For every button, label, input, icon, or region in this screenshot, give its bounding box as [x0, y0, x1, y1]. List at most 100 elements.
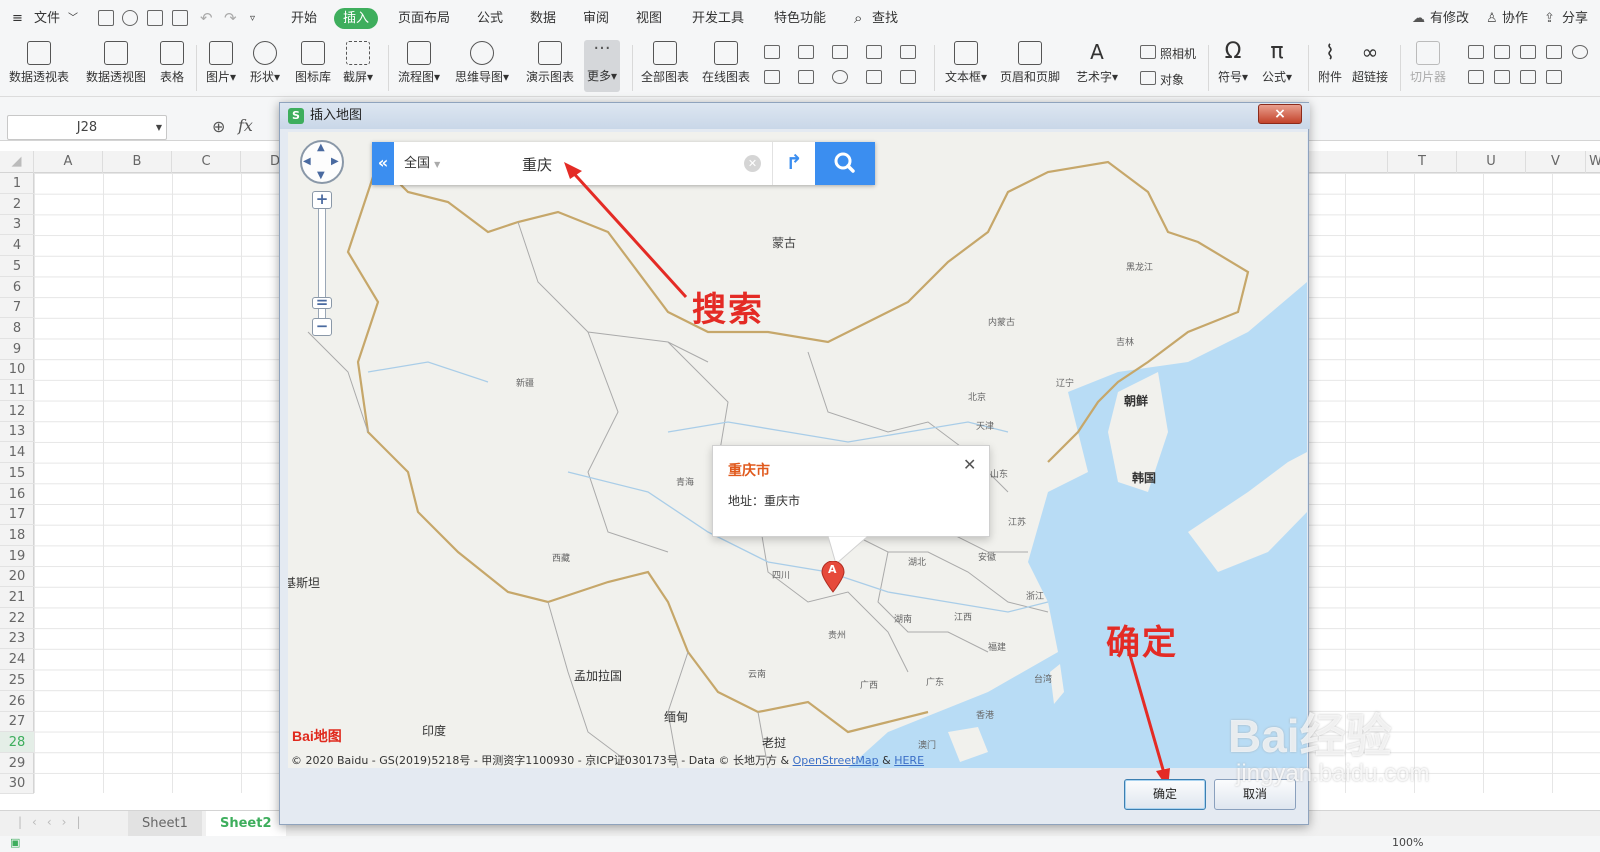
radar-chart-icon[interactable] — [866, 45, 882, 59]
chevron-down-icon[interactable]: ﹀ — [68, 0, 78, 37]
save-icon[interactable] — [98, 10, 114, 26]
share-button[interactable]: 分享 — [1562, 0, 1588, 37]
row-header-cell[interactable]: 9 — [0, 339, 34, 360]
tab-formulas[interactable]: 公式 — [477, 0, 503, 37]
function-icon[interactable]: fx — [238, 116, 253, 135]
row-header-cell[interactable]: 20 — [0, 566, 34, 588]
here-link[interactable]: HERE — [894, 754, 924, 767]
spin-control-icon[interactable] — [1546, 70, 1562, 84]
zoom-level[interactable]: 100% — [1392, 836, 1423, 849]
table-button[interactable]: 表格 — [160, 41, 184, 85]
map-pan-control[interactable]: ▲ ▼ ◀ ▶ — [300, 140, 344, 184]
list-control-icon[interactable] — [1468, 70, 1484, 84]
row-header-cell[interactable]: 26 — [0, 691, 34, 712]
route-icon[interactable]: ↱ — [772, 142, 815, 185]
pivot-chart-button[interactable]: 数据透视图 — [86, 41, 146, 85]
zoom-slider-handle[interactable]: = — [312, 295, 332, 310]
attachment-button[interactable]: ⌇ 附件 — [1318, 41, 1342, 85]
row-header-cell[interactable]: 1 — [0, 173, 34, 194]
print-icon[interactable] — [147, 10, 163, 26]
tab-data[interactable]: 数据 — [530, 0, 556, 37]
column-header-cell[interactable] — [1320, 151, 1388, 173]
zoom-formula-icon[interactable]: ⊕ — [212, 117, 225, 136]
scroll-control-icon[interactable] — [1520, 70, 1536, 84]
online-charts-button[interactable]: 在线图表 — [702, 41, 750, 85]
tab-page-layout[interactable]: 页面布局 — [398, 0, 450, 37]
combo-chart-icon[interactable] — [900, 45, 916, 59]
bar-chart-small-icon[interactable] — [798, 45, 814, 59]
row-header-cell[interactable]: 24 — [0, 649, 34, 671]
zoom-slider-track[interactable] — [318, 194, 326, 336]
textbox-small-icon[interactable] — [1468, 45, 1484, 59]
popup-title[interactable]: 重庆市 — [728, 460, 770, 480]
row-header-cell[interactable]: 19 — [0, 546, 34, 567]
shapes-button[interactable]: 形状▾ — [250, 41, 280, 85]
column-chart-icon[interactable] — [764, 45, 780, 59]
line-chart-icon[interactable] — [832, 45, 848, 59]
column-header-cell[interactable]: V — [1526, 151, 1586, 173]
bubble-chart-icon[interactable] — [900, 70, 916, 84]
tab-home[interactable]: 开始 — [291, 0, 317, 37]
column-header-cell[interactable]: C — [172, 151, 241, 173]
redo-icon[interactable]: ↷ — [224, 0, 237, 37]
slicer-button[interactable]: 切片器 — [1410, 41, 1446, 85]
tab-special-features[interactable]: 特色功能 — [774, 0, 826, 37]
zoom-out-button[interactable]: − — [312, 318, 332, 336]
share-icon[interactable]: ⇪ — [1544, 0, 1555, 37]
row-header-cell[interactable]: 25 — [0, 670, 34, 691]
object-button[interactable]: 对象 — [1160, 71, 1184, 88]
column-header-cell[interactable]: T — [1388, 151, 1457, 173]
cloud-sync-icon[interactable]: ☁ — [1412, 0, 1425, 37]
row-header-cell[interactable]: 21 — [0, 587, 34, 608]
sheet-tab-active[interactable]: Sheet2 — [206, 811, 286, 837]
row-header-cell[interactable]: 3 — [0, 214, 34, 236]
column-header-cell[interactable]: A — [34, 151, 103, 173]
header-footer-button[interactable]: 页眉和页脚 — [1000, 41, 1060, 85]
row-header-cell[interactable]: 7 — [0, 297, 34, 319]
row-header-cell[interactable]: 8 — [0, 318, 34, 339]
select-all-corner[interactable]: ◢ — [0, 151, 34, 173]
column-header-cell[interactable]: B — [103, 151, 172, 173]
camera-button[interactable]: 照相机 — [1160, 45, 1196, 62]
picture-button[interactable]: 图片▾ — [206, 41, 236, 85]
collaborate-icon[interactable]: ♙ — [1486, 0, 1498, 37]
presentation-chart-button[interactable]: 演示图表 — [526, 41, 574, 85]
row-header-cell[interactable]: 17 — [0, 504, 34, 526]
row-header-cell-selected[interactable]: 28 — [0, 731, 34, 753]
row-header-cell[interactable]: 2 — [0, 194, 34, 215]
dialog-titlebar[interactable]: S 插入地图 — [280, 103, 1310, 129]
object-icon[interactable] — [1140, 71, 1156, 85]
popup-close-icon[interactable]: ✕ — [963, 455, 976, 474]
row-header-cell[interactable]: 29 — [0, 753, 34, 774]
button-control-icon[interactable] — [1520, 45, 1536, 59]
pivot-table-button[interactable]: 数据透视表 — [9, 41, 69, 85]
wordart-button[interactable]: A 艺术字▾ — [1076, 41, 1118, 85]
pan-down-icon[interactable]: ▼ — [317, 170, 325, 181]
textbox-button[interactable]: 文本框▾ — [945, 41, 987, 85]
macro-record-icon[interactable]: ▣ — [10, 836, 20, 849]
tab-developer[interactable]: 开发工具 — [692, 0, 744, 37]
row-header-cell[interactable]: 10 — [0, 359, 34, 381]
pan-up-icon[interactable]: ▲ — [317, 142, 325, 153]
combo-control-icon[interactable] — [1494, 70, 1510, 84]
area-chart-icon[interactable] — [764, 70, 780, 84]
screenshot-button[interactable]: 截屏▾ — [343, 41, 373, 85]
hamburger-icon[interactable]: ≡ — [12, 0, 23, 37]
sheet-tab[interactable]: Sheet1 — [128, 811, 202, 837]
row-header-cell[interactable]: 16 — [0, 484, 34, 505]
row-header-cell[interactable]: 23 — [0, 628, 34, 650]
region-select[interactable]: 全国 ▼ — [404, 142, 440, 186]
map-search-button[interactable] — [815, 142, 875, 185]
row-header-cell[interactable]: 15 — [0, 463, 34, 484]
dialog-close-button[interactable]: × — [1258, 104, 1302, 124]
form-control-icon[interactable] — [1494, 45, 1510, 59]
radio-control-icon[interactable] — [1572, 45, 1588, 59]
flowchart-button[interactable]: 流程图▾ — [398, 41, 440, 85]
tab-insert[interactable]: 插入 — [334, 8, 379, 29]
menu-file[interactable]: 文件 — [34, 0, 60, 37]
collaborate-button[interactable]: 协作 — [1502, 0, 1528, 37]
zoom-in-button[interactable]: + — [312, 191, 332, 209]
tab-view[interactable]: 视图 — [636, 0, 662, 37]
row-header-cell[interactable]: 5 — [0, 256, 34, 277]
symbol-button[interactable]: Ω 符号▾ — [1218, 41, 1248, 85]
